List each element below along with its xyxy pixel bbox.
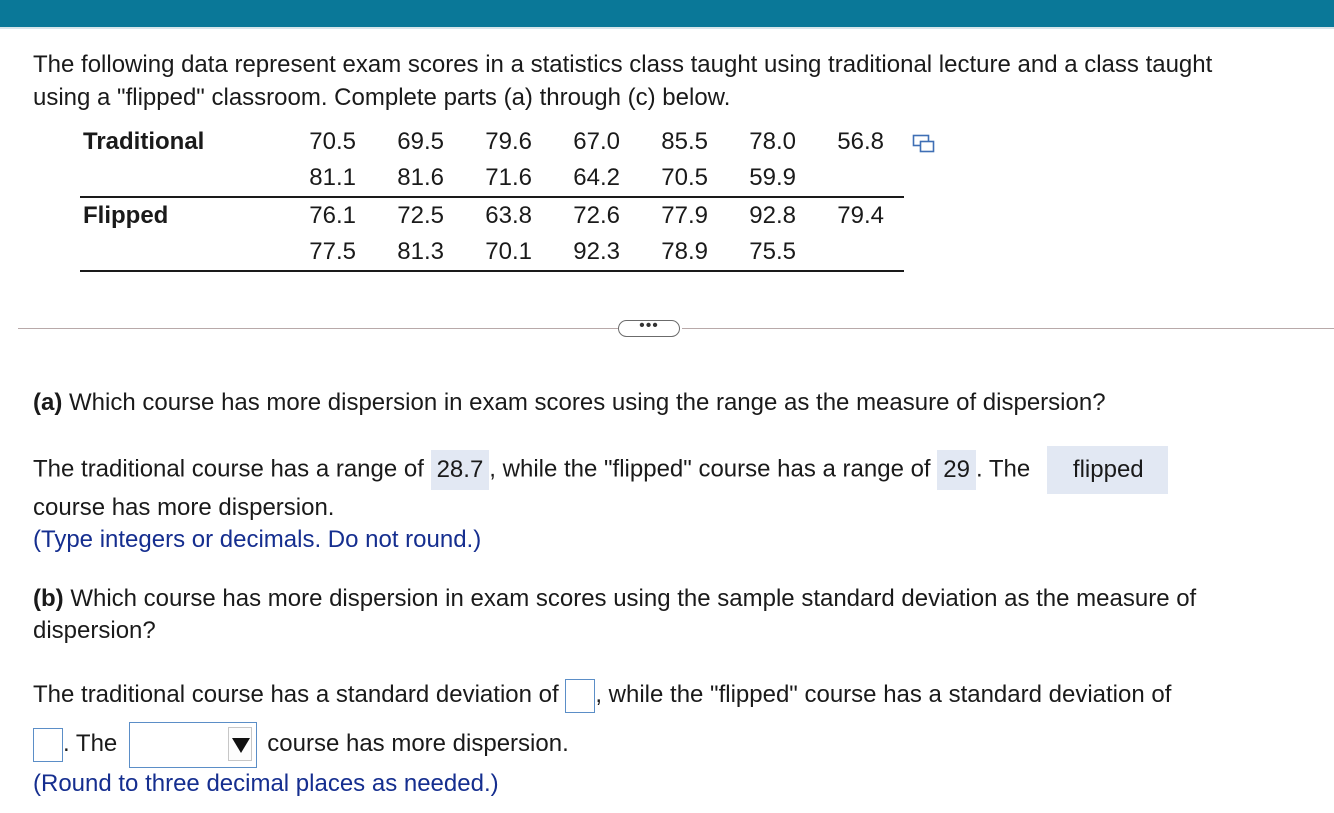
show-more-button[interactable]: ••• <box>618 318 680 337</box>
traditional-cell: 81.1 <box>309 164 356 191</box>
more-dispersion-range-answer[interactable]: flipped <box>1046 446 1168 494</box>
traditional-cell: 69.5 <box>397 128 444 155</box>
dropdown-arrow-icon[interactable] <box>228 726 253 761</box>
part-b-question: (b) Which course has more dispersion in … <box>33 584 1196 614</box>
flipped-cell: 92.3 <box>573 238 620 265</box>
top-bar <box>0 0 1334 27</box>
copy-data-icon[interactable] <box>912 134 936 154</box>
flipped-cell: 72.5 <box>397 202 444 229</box>
question-intro: The following data represent exam scores… <box>33 48 1323 114</box>
part-a-text-4: course has more dispersion. <box>33 494 335 521</box>
traditional-cell: 56.8 <box>837 128 884 155</box>
part-b-question-line-2: dispersion? <box>33 617 156 644</box>
flipped-cell: 78.9 <box>661 238 708 265</box>
top-bar-divider <box>0 27 1334 29</box>
flipped-cell: 77.5 <box>309 238 356 265</box>
flipped-label: Flipped <box>83 202 169 229</box>
traditional-cell: 70.5 <box>661 164 708 191</box>
part-b-answer-line-2: . The course has more dispersion. <box>33 720 569 768</box>
part-a-question-text: Which course has more dispersion in exam… <box>62 389 1106 416</box>
flipped-sd-input[interactable] <box>33 727 63 762</box>
traditional-cell: 79.6 <box>485 128 532 155</box>
flipped-cell: 63.8 <box>485 202 532 229</box>
intro-line-1: The following data represent exam scores… <box>33 51 1213 78</box>
traditional-sd-input[interactable] <box>565 678 596 713</box>
flipped-cell: 75.5 <box>749 238 796 265</box>
traditional-cell: 78.0 <box>749 128 796 155</box>
traditional-cell: 64.2 <box>573 164 620 191</box>
part-a-hint: (Type integers or decimals. Do not round… <box>33 526 482 553</box>
part-a-question: (a) Which course has more dispersion in … <box>33 388 1106 418</box>
divider-left <box>18 328 618 329</box>
traditional-cell: 85.5 <box>661 128 708 155</box>
flipped-cell: 70.1 <box>485 238 532 265</box>
part-a-text-3: . The <box>975 455 1037 483</box>
traditional-label: Traditional <box>83 128 205 155</box>
part-b-question-text: Which course has more dispersion in exam… <box>63 585 1197 612</box>
traditional-cell: 70.5 <box>309 128 356 155</box>
traditional-cell: 67.0 <box>573 128 620 155</box>
part-a-letter: (a) <box>33 389 63 416</box>
flipped-cell: 77.9 <box>661 202 708 229</box>
part-b-text-3: . The <box>63 730 118 757</box>
flipped-cell: 72.6 <box>573 202 620 229</box>
part-a-text-1: The traditional course has a range of <box>33 455 431 483</box>
part-b-text-4: course has more dispersion. <box>267 730 569 757</box>
intro-line-2: using a "flipped" classroom. Complete pa… <box>33 84 731 111</box>
part-b-text-2: , while the "flipped" course has a stand… <box>595 681 1172 708</box>
divider-right <box>682 328 1334 329</box>
part-b-text-1: The traditional course has a standard de… <box>33 681 566 708</box>
table-rule <box>80 270 904 272</box>
part-b-letter: (b) <box>33 585 64 612</box>
traditional-cell: 71.6 <box>485 164 532 191</box>
flipped-range-answer[interactable]: 29 <box>937 450 976 490</box>
part-b-answer-line-1: The traditional course has a standard de… <box>33 676 1171 714</box>
part-b-hint: (Round to three decimal places as needed… <box>33 770 499 797</box>
flipped-cell: 79.4 <box>837 202 884 229</box>
part-a-answer-line: The traditional course has a range of 28… <box>33 446 1168 494</box>
traditional-range-answer[interactable]: 28.7 <box>430 450 490 490</box>
traditional-cell: 59.9 <box>749 164 796 191</box>
flipped-cell: 92.8 <box>749 202 796 229</box>
table-rule <box>80 196 904 198</box>
traditional-cell: 81.6 <box>397 164 444 191</box>
more-dispersion-sd-select[interactable] <box>129 721 258 768</box>
flipped-cell: 81.3 <box>397 238 444 265</box>
flipped-cell: 76.1 <box>309 202 356 229</box>
part-a-text-2: , while the "flipped" course has a range… <box>489 455 938 483</box>
